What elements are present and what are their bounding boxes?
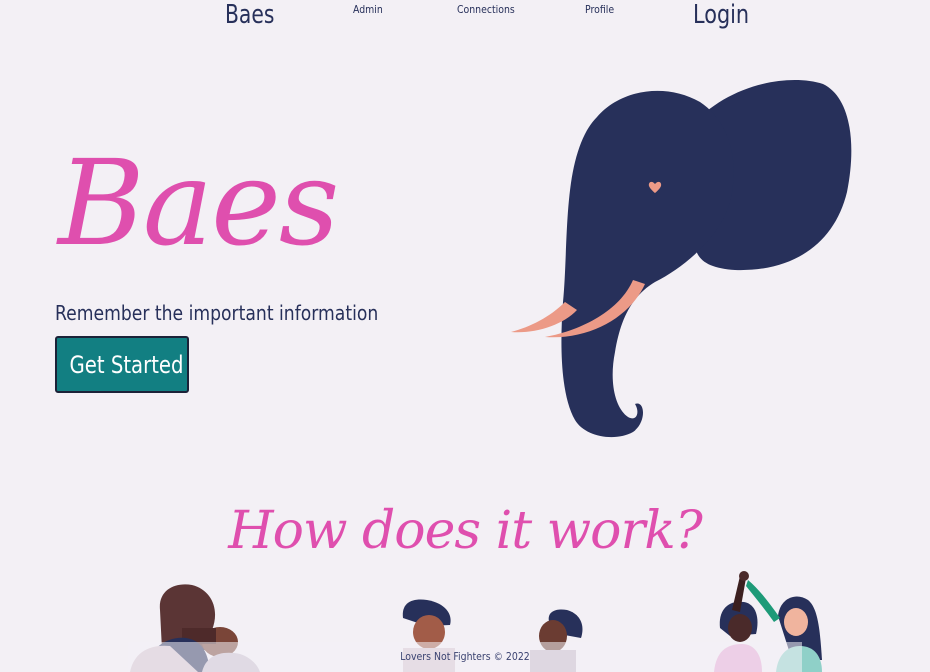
hero-title: Baes bbox=[58, 134, 339, 272]
get-started-label: Get Started bbox=[69, 350, 184, 379]
footer: Lovers Not Fighters © 2022 bbox=[0, 642, 930, 672]
hero-subtitle: Remember the important information bbox=[55, 301, 379, 325]
nav-profile-link[interactable]: Profile bbox=[585, 3, 614, 17]
nav-connections-link[interactable]: Connections bbox=[457, 3, 515, 17]
how-it-works-heading: How does it work? bbox=[228, 501, 702, 561]
nav-admin-link[interactable]: Admin bbox=[353, 3, 383, 17]
top-nav: Baes Admin Connections Profile Login bbox=[0, 0, 930, 36]
footer-copyright: Lovers Not Fighters © 2022 bbox=[400, 650, 530, 663]
nav-login-link[interactable]: Login bbox=[693, 0, 749, 30]
nav-brand-link[interactable]: Baes bbox=[225, 0, 274, 30]
get-started-button[interactable]: Get Started bbox=[55, 336, 189, 393]
elephant-head-trunk bbox=[561, 90, 734, 438]
elephant-illustration bbox=[511, 80, 852, 438]
